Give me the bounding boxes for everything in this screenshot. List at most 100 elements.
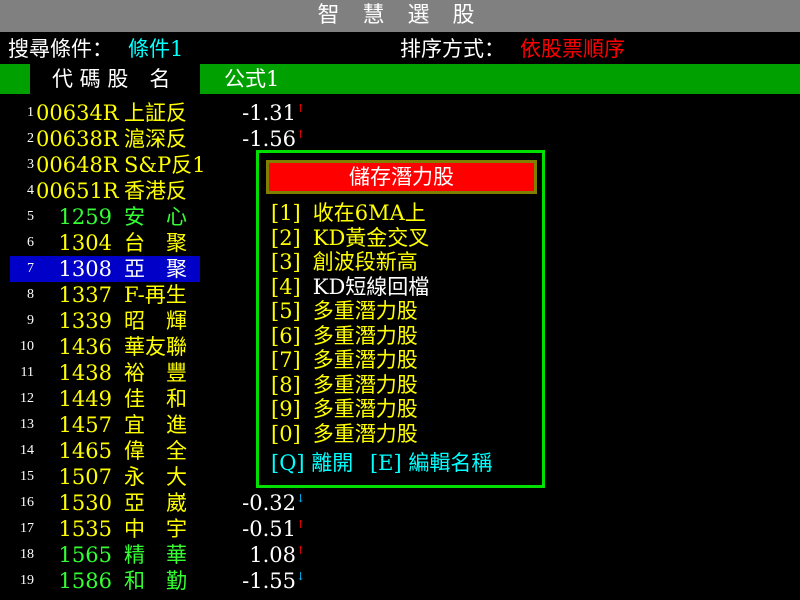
stock-name: 永 大 <box>124 465 187 489</box>
stock-code: 00651R <box>36 179 119 203</box>
stock-code: 1436 <box>58 335 112 359</box>
stock-code: 1259 <box>58 205 112 229</box>
dialog-option[interactable]: [0] 多重潛力股 <box>271 422 418 446</box>
option-label: 多重潛力股 <box>312 348 418 372</box>
option-label: KD黃金交叉 <box>312 225 430 250</box>
option-key: [7] <box>271 348 301 372</box>
dialog-title: 儲存潛力股 <box>266 160 537 194</box>
up-arrow-icon: ↑ <box>296 102 306 115</box>
dialog-option[interactable]: [9] 多重潛力股 <box>271 397 418 421</box>
stock-name: F-再生 <box>124 283 187 307</box>
info-bar: 搜尋條件： 條件1 排序方式： 依股票順序 <box>0 34 800 64</box>
option-key: [1] <box>271 201 301 225</box>
stock-code: 1308 <box>58 257 112 281</box>
stock-code: 1449 <box>58 387 112 411</box>
stock-name: 滬深反 <box>124 127 187 151</box>
row-number: 11 <box>20 365 34 380</box>
row-number: 13 <box>20 417 34 432</box>
stock-code: 00638R <box>36 127 119 151</box>
stock-code: 1438 <box>58 361 112 385</box>
option-key: [9] <box>271 397 301 421</box>
quit-button[interactable]: [Q] 離開 <box>271 451 353 475</box>
option-key: [5] <box>271 299 301 323</box>
header-code-name-label: 代 碼 股 名 <box>52 67 171 91</box>
option-key: [2] <box>271 225 301 250</box>
stock-name: 裕 豐 <box>124 361 187 385</box>
formula-value: -1.55 <box>242 569 296 593</box>
formula-value: -1.31 <box>242 101 296 125</box>
sort-method-value[interactable]: 依股票順序 <box>520 34 625 64</box>
dialog-option[interactable]: [1] 收在6MA上 <box>271 201 426 225</box>
option-label: 多重潛力股 <box>312 397 418 421</box>
row-number: 15 <box>20 469 34 484</box>
stock-name: 安 心 <box>124 205 187 229</box>
stock-name: 佳 和 <box>124 387 187 411</box>
formula-value: -0.51 <box>242 517 296 541</box>
stock-code: 1586 <box>58 569 112 593</box>
dialog-option[interactable]: [3] 創波段新高 <box>271 250 418 274</box>
option-label: 創波段新高 <box>312 250 418 274</box>
row-number: 16 <box>20 495 34 510</box>
row-number: 14 <box>20 443 34 458</box>
option-label: 多重潛力股 <box>312 372 418 397</box>
row-number: 18 <box>20 547 34 562</box>
stock-code: 1465 <box>58 439 112 463</box>
row-number: 17 <box>20 521 34 536</box>
option-label: 多重潛力股 <box>312 421 418 446</box>
table-row[interactable]: 1 00634R 上証反 -1.31 ↑ <box>0 100 800 126</box>
table-row[interactable]: 17 1535 中 宇 -0.51 ↑ <box>0 516 800 542</box>
option-label: 收在6MA上 <box>312 201 426 225</box>
stock-code: 00648R <box>36 153 119 177</box>
stock-name: 和 勤 <box>124 569 187 593</box>
row-number: 19 <box>20 573 34 588</box>
table-row[interactable]: 19 1586 和 勤 -1.55 ↓ <box>0 568 800 594</box>
header-formula[interactable]: 公式1 <box>224 64 279 94</box>
dialog-option[interactable]: [5] 多重潛力股 <box>271 299 418 323</box>
down-arrow-icon: ↓ <box>296 570 306 583</box>
dialog-option[interactable]: [2] KD黃金交叉 <box>271 226 429 250</box>
table-row[interactable]: 2 00638R 滬深反 -1.56 ↑ <box>0 126 800 152</box>
formula-value: -1.56 <box>242 127 296 151</box>
table-header: 代 碼 股 名 公式1 <box>0 64 800 94</box>
stock-name: 偉 全 <box>124 439 187 463</box>
row-number: 4 <box>27 183 34 198</box>
stock-name: S&P反1 <box>124 153 206 177</box>
dialog-option[interactable]: [6] 多重潛力股 <box>271 324 418 348</box>
stock-code: 1339 <box>58 309 112 333</box>
row-number: 7 <box>27 261 34 276</box>
dialog-option[interactable]: [4] KD短線回檔 <box>271 275 429 299</box>
stock-name: 昭 輝 <box>124 309 187 333</box>
stock-name: 香港反 <box>124 179 187 203</box>
table-row[interactable]: 16 1530 亞 崴 -0.32 ↓ <box>0 490 800 516</box>
dialog-option[interactable]: [7] 多重潛力股 <box>271 348 418 372</box>
stock-name: 亞 崴 <box>124 491 187 515</box>
header-code-name[interactable]: 代 碼 股 名 <box>30 64 200 94</box>
stock-code: 1535 <box>58 517 112 541</box>
stock-code: 1304 <box>58 231 112 255</box>
option-key: [6] <box>271 323 301 348</box>
row-number: 5 <box>27 209 34 224</box>
table-row[interactable]: 18 1565 精 華 1.08 ↑ <box>0 542 800 568</box>
stock-code: 00634R <box>36 101 119 125</box>
stock-name: 亞 聚 <box>124 257 187 281</box>
stock-name: 中 宇 <box>124 517 187 541</box>
stock-code: 1530 <box>58 491 112 515</box>
row-number: 2 <box>27 131 34 146</box>
row-number: 9 <box>27 313 34 328</box>
stock-name: 華友聯 <box>124 335 187 359</box>
edit-name-button[interactable]: [E] 編輯名稱 <box>370 451 492 475</box>
row-number: 1 <box>27 105 34 120</box>
row-number: 10 <box>20 339 34 354</box>
up-arrow-icon: ↑ <box>296 518 306 531</box>
dialog-footer: [Q] 離開 [E] 編輯名稱 <box>271 451 492 475</box>
stock-code: 1565 <box>58 543 112 567</box>
stock-code: 1457 <box>58 413 112 437</box>
row-number: 3 <box>27 157 34 172</box>
option-key: [4] <box>271 274 301 299</box>
option-label: KD短線回檔 <box>312 274 430 299</box>
dialog-option[interactable]: [8] 多重潛力股 <box>271 373 418 397</box>
row-number: 6 <box>27 235 34 250</box>
up-arrow-icon: ↑ <box>296 128 306 141</box>
search-condition-value[interactable]: 條件1 <box>128 34 183 64</box>
up-arrow-icon: ↑ <box>296 544 306 557</box>
